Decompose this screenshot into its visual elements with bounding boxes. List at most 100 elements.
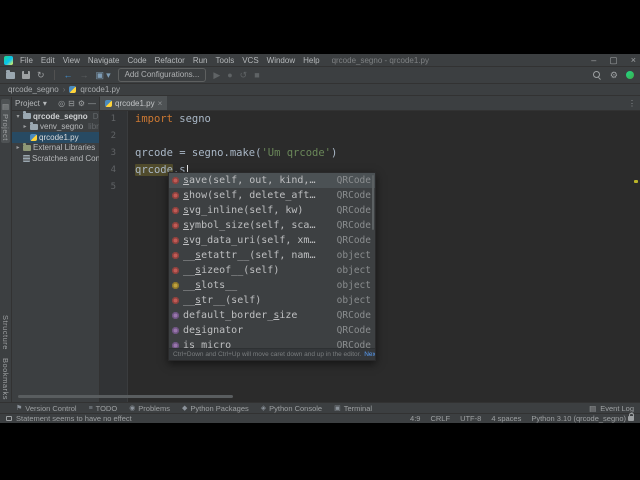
tree-item-icon [23, 111, 31, 120]
debug-icon[interactable]: ● [227, 70, 232, 80]
forward-icon[interactable]: → [80, 70, 89, 80]
collapse-all-icon[interactable]: ⊟ [68, 99, 75, 108]
next-tip-link[interactable]: Next Tip [364, 351, 375, 358]
back-icon[interactable]: ← [64, 70, 73, 80]
tree-row[interactable]: ▸ External Libraries [12, 142, 99, 154]
toolbar-right: ⚙ [592, 70, 634, 80]
status-widget[interactable]: 4 spaces [491, 414, 521, 423]
event-log-button[interactable]: ▤ Event Log [589, 404, 634, 413]
tab-overflow-icon[interactable]: ⋮ [628, 99, 636, 108]
menu-item[interactable]: Window [267, 56, 295, 65]
hide-panel-icon[interactable]: — [88, 99, 96, 108]
tool-window-button[interactable]: ◈ Python Console [261, 404, 322, 413]
minimize-button[interactable]: – [591, 55, 596, 65]
tree-row[interactable]: ▾ qrcode_segno D:\youtube\qrcod [12, 111, 99, 122]
tree-item-hint: D:\youtube\qrcod [92, 111, 100, 121]
status-widget[interactable]: 4:9 [410, 414, 420, 423]
menu-item[interactable]: Refactor [155, 56, 185, 65]
tree-chevron-icon[interactable]: ▾ [15, 113, 21, 120]
main-toolbar: ↻ ← → ▣ ▾ Add Configurations... ▶ ● ↺ ■ … [0, 67, 640, 84]
status-widget[interactable]: Python 3.10 (qrcode_segno) [531, 414, 626, 423]
completion-item-name: __sizeof__(self) [183, 265, 280, 276]
tool-stripe-tab[interactable]: Bookmarks [1, 358, 10, 400]
chevron-down-icon[interactable]: ▾ [43, 99, 47, 108]
settings-icon[interactable]: ⚙ [78, 99, 85, 108]
menu-item[interactable]: Tools [216, 56, 235, 65]
tool-stripe-project-tab[interactable]: ▤ Project [1, 99, 10, 144]
code-line: import segno [135, 113, 211, 125]
completion-item[interactable]: symbol_size(self, sca… QRCode [169, 218, 375, 233]
locate-icon[interactable]: ◎ [58, 99, 65, 108]
warning-stripe-mark[interactable] [634, 180, 638, 183]
status-message-area[interactable]: Statement seems to have no effect [6, 414, 132, 423]
tool-window-button[interactable]: ≡ TODO [89, 404, 118, 413]
left-tool-stripe: ▤ Project Structure Bookmarks [0, 97, 12, 402]
completion-item-name: __slots__ [183, 280, 238, 291]
code-line: qrcode = segno.make('Um qrcode') [135, 147, 338, 159]
menu-item[interactable]: Navigate [88, 56, 120, 65]
breadcrumb-file[interactable]: qrcode1.py [80, 85, 120, 94]
menu-item[interactable]: Edit [41, 56, 55, 65]
status-widget[interactable]: CRLF [430, 414, 450, 423]
completion-item[interactable]: __str__(self) object [169, 293, 375, 308]
completion-item[interactable]: save(self, out, kind,… QRCode [169, 173, 375, 188]
menu-item[interactable]: VCS [242, 56, 258, 65]
tool-window-button[interactable]: ◆ Python Packages [182, 404, 249, 413]
completion-item-name: default_border_size [183, 310, 298, 321]
tree-item-label: qrcode_segno [33, 111, 88, 121]
gear-icon[interactable]: ⚙ [610, 70, 618, 80]
completion-item[interactable]: default_border_size QRCode [169, 308, 375, 323]
status-widget[interactable]: UTF-8 [460, 414, 481, 423]
tree-row[interactable]: ▸ venv_segno library root [12, 121, 99, 133]
tool-window-bar: ⚑ Version Control ≡ TODO ◉ Problems ◆ Py… [0, 402, 640, 413]
popup-scrollbar[interactable] [372, 175, 374, 230]
run-config-selector[interactable]: ▣ ▾ [96, 70, 111, 80]
breadcrumb-project[interactable]: qrcode_segno [8, 85, 59, 94]
stop-icon[interactable]: ■ [254, 70, 259, 80]
completion-item[interactable]: __sizeof__(self) object [169, 263, 375, 278]
completion-item[interactable]: is_micro QRCode [169, 338, 375, 348]
menu-item[interactable]: Run [193, 56, 208, 65]
pycharm-window: File Edit View Navigate Code Refactor Run Tools… [0, 54, 640, 423]
rerun-icon[interactable]: ↺ [240, 70, 248, 80]
completion-item[interactable]: __slots__ object [169, 278, 375, 293]
completion-item[interactable]: show(self, delete_aft… QRCode [169, 188, 375, 203]
run-icon[interactable]: ▶ [213, 70, 220, 80]
add-configurations-button[interactable]: Add Configurations... [117, 68, 207, 82]
completion-item[interactable]: svg_data_uri(self, xm… QRCode [169, 233, 375, 248]
completion-item[interactable]: svg_inline(self, kw) QRCode [169, 203, 375, 218]
menu-item[interactable]: View [63, 56, 80, 65]
tool-window-button[interactable]: ◉ Problems [129, 404, 170, 413]
tool-window-label: Python Console [269, 403, 323, 413]
horizontal-scrollbar[interactable] [18, 395, 233, 398]
tool-window-button[interactable]: ▣ Terminal [334, 404, 372, 413]
save-all-icon[interactable] [22, 71, 30, 79]
menu-item[interactable]: Help [303, 56, 319, 65]
completion-item[interactable]: __setattr__(self, nam… object [169, 248, 375, 263]
tree-row[interactable]: Scratches and Consoles [12, 153, 99, 164]
tree-chevron-icon[interactable]: ▸ [22, 123, 28, 130]
tree-chevron-icon[interactable]: ▸ [15, 144, 21, 151]
maximize-button[interactable]: ▢ [609, 55, 618, 66]
completion-item[interactable]: designator QRCode [169, 323, 375, 338]
close-tab-icon[interactable]: × [158, 99, 163, 108]
menu-item[interactable]: File [20, 56, 33, 65]
toolbar-divider [53, 70, 55, 80]
search-icon[interactable] [592, 70, 602, 80]
tool-stripe-tab[interactable]: Structure [1, 315, 10, 350]
close-button[interactable]: × [631, 55, 636, 65]
editor-tab-bar: qrcode1.py × ⋮ [100, 96, 640, 111]
open-icon[interactable] [6, 69, 15, 79]
sync-icon[interactable]: ↻ [37, 70, 45, 80]
tree-item-label: qrcode1.py [39, 132, 79, 142]
tree-row[interactable]: qrcode1.py [12, 132, 99, 143]
tool-window-button[interactable]: ⚑ Version Control [16, 404, 77, 413]
code-with-me-icon[interactable] [626, 71, 634, 79]
line-number: 2 [110, 131, 116, 141]
tree-item-icon [30, 121, 38, 130]
lock-icon[interactable] [628, 413, 634, 421]
completion-item-name: __str__(self) [183, 295, 262, 306]
editor-tab-qrcode1[interactable]: qrcode1.py × [100, 96, 168, 110]
menu-item[interactable]: Code [127, 56, 146, 65]
completion-item-type: QRCode [336, 235, 371, 246]
